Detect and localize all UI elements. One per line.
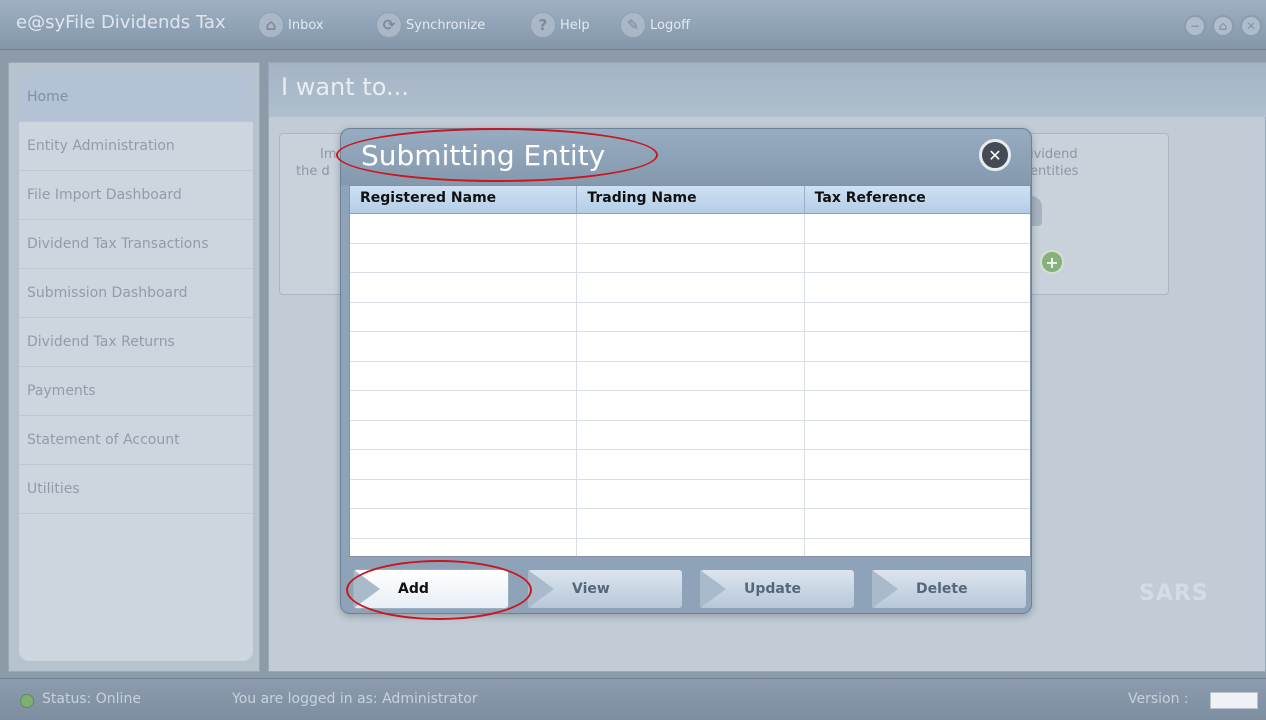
chevron-right-icon	[872, 570, 898, 608]
chevron-right-icon	[354, 570, 380, 608]
minimize-button[interactable]: −	[1184, 15, 1206, 37]
dialog-close-button[interactable]: ✕	[979, 139, 1011, 171]
table-row[interactable]	[350, 538, 1030, 556]
help-label: Help	[560, 17, 590, 33]
sidebar-item-dividend-tax-returns[interactable]: Dividend Tax Returns	[19, 318, 253, 367]
synchronize-button[interactable]: ⟳ Synchronize	[376, 12, 485, 38]
sidebar-item-submission-dashboard[interactable]: Submission Dashboard	[19, 269, 253, 318]
delete-button[interactable]: Delete	[871, 569, 1027, 609]
card-import-line1: Im	[320, 147, 337, 162]
table-row[interactable]	[350, 391, 1030, 421]
version-value	[1210, 692, 1258, 709]
add-button[interactable]: Add	[353, 569, 509, 609]
table-row[interactable]	[350, 332, 1030, 362]
app-title: e@syFile Dividends Tax	[16, 12, 226, 33]
inbox-button[interactable]: ⌂ Inbox	[258, 12, 324, 38]
card-import-line2: the d	[296, 164, 330, 179]
chevron-right-icon	[700, 570, 726, 608]
page-title: I want to...	[281, 73, 409, 101]
table-row[interactable]	[350, 479, 1030, 509]
update-button[interactable]: Update	[699, 569, 855, 609]
view-button-label: View	[572, 581, 610, 597]
card-entities-line2: entities	[1030, 164, 1079, 179]
update-button-label: Update	[744, 581, 802, 597]
sidebar-item-file-import-dashboard[interactable]: File Import Dashboard	[19, 171, 253, 220]
add-plus-icon: +	[1040, 250, 1064, 274]
sidebar-nav: Home Entity Administration File Import D…	[19, 73, 253, 661]
logoff-icon: ✎	[620, 12, 646, 38]
delete-button-label: Delete	[916, 581, 968, 597]
table-row[interactable]	[350, 273, 1030, 303]
status-bar: Status: Online You are logged in as: Adm…	[0, 678, 1266, 720]
submitting-entity-dialog: Submitting Entity ✕ Registered Name Trad…	[340, 128, 1032, 614]
help-icon: ?	[530, 12, 556, 38]
card-entities-line1: ividend	[1030, 147, 1078, 162]
help-button[interactable]: ? Help	[530, 12, 590, 38]
table-row[interactable]	[350, 302, 1030, 332]
column-tax-reference[interactable]: Tax Reference	[805, 186, 1030, 213]
view-button[interactable]: View	[527, 569, 683, 609]
table-row[interactable]	[350, 243, 1030, 273]
table-header: Registered Name Trading Name Tax Referen…	[350, 186, 1030, 214]
synchronize-label: Synchronize	[406, 17, 486, 33]
sidebar-item-utilities[interactable]: Utilities	[19, 465, 253, 514]
table-row[interactable]	[350, 509, 1030, 539]
close-window-button[interactable]: ✕	[1240, 15, 1262, 37]
logoff-label: Logoff	[650, 17, 691, 33]
sidebar-item-entity-administration[interactable]: Entity Administration	[19, 122, 253, 171]
version-label: Version :	[1128, 691, 1189, 707]
table-row[interactable]	[350, 214, 1030, 244]
logged-in-text: You are logged in as: Administrator	[232, 691, 478, 707]
chevron-right-icon	[528, 570, 554, 608]
sidebar-item-statement-of-account[interactable]: Statement of Account	[19, 416, 253, 465]
status-text: Status: Online	[42, 691, 141, 707]
table-row[interactable]	[350, 361, 1030, 391]
column-registered-name[interactable]: Registered Name	[350, 186, 578, 213]
sidebar-item-dividend-tax-transactions[interactable]: Dividend Tax Transactions	[19, 220, 253, 269]
title-bar: e@syFile Dividends Tax ⌂ Inbox ⟳ Synchro…	[0, 0, 1266, 50]
inbox-icon: ⌂	[258, 12, 284, 38]
sidebar-item-payments[interactable]: Payments	[19, 367, 253, 416]
sidebar-item-home[interactable]: Home	[19, 73, 253, 122]
sidebar: Home Entity Administration File Import D…	[8, 62, 260, 672]
dialog-header: Submitting Entity ✕	[341, 129, 1031, 185]
dialog-title: Submitting Entity	[361, 139, 606, 172]
inbox-label: Inbox	[288, 17, 324, 33]
add-button-label: Add	[398, 581, 429, 597]
sars-logo: SARS	[1139, 581, 1209, 606]
logoff-button[interactable]: ✎ Logoff	[620, 12, 690, 38]
entity-table: Registered Name Trading Name Tax Referen…	[349, 185, 1031, 557]
restore-button[interactable]: ⌂	[1212, 15, 1234, 37]
table-row[interactable]	[350, 450, 1030, 480]
column-trading-name[interactable]: Trading Name	[577, 186, 805, 213]
online-status-icon	[20, 694, 34, 708]
main-header: I want to...	[269, 63, 1266, 117]
table-row[interactable]	[350, 420, 1030, 450]
sync-icon: ⟳	[376, 12, 402, 38]
